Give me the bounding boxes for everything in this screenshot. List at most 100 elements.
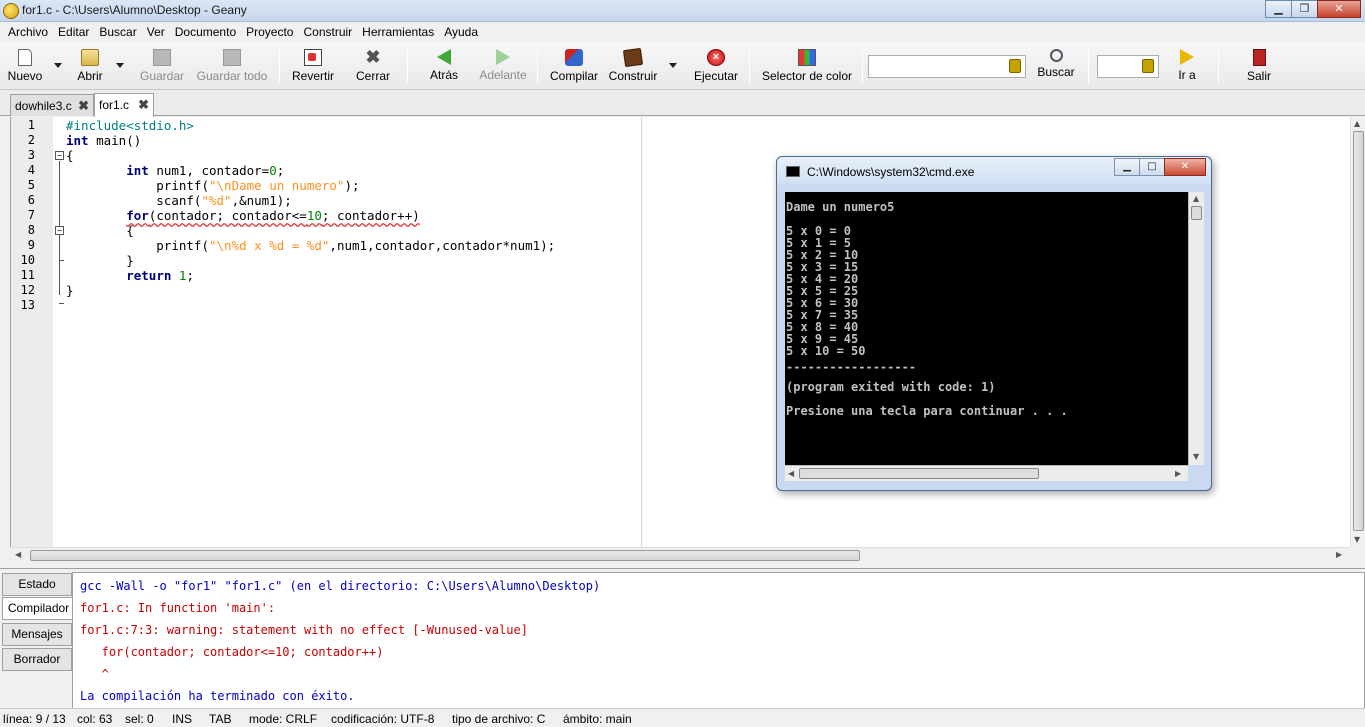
code-text: ,&num1); (231, 193, 292, 208)
tab-dowhile3[interactable]: dowhile3.c ✖ (10, 94, 94, 116)
toolbar-separator (749, 49, 750, 83)
build-button-label: Construir (608, 69, 658, 83)
compiler-output[interactable]: gcc -Wall -o "for1" "for1.c" (en el dire… (72, 572, 1365, 709)
code-line-7: for(contador; contador<=10; contador++) (66, 208, 420, 223)
search-button[interactable]: Buscar (1036, 45, 1076, 88)
document-tab-bar: dowhile3.c ✖ for1.c ✖ (0, 90, 1365, 117)
editor-horizontal-scrollbar[interactable]: ◀ ▶ (10, 547, 1350, 562)
build-dropdown-arrow-icon[interactable] (669, 63, 677, 68)
goto-button-label: Ir a (1178, 68, 1196, 82)
compiler-message[interactable]: for(contador; contador<=10; contador++) (80, 645, 384, 659)
menu-ayuda[interactable]: Ayuda (439, 22, 483, 43)
window-title: for1.c - C:\Users\Alumno\Desktop - Geany (22, 3, 247, 17)
close-window-button[interactable]: ✕ (1317, 0, 1361, 18)
minimize-button[interactable]: ▁ (1265, 0, 1292, 18)
tab-estado[interactable]: Estado (2, 573, 72, 596)
quit-button-label: Salir (1246, 69, 1271, 83)
code-string: "%d" (201, 193, 232, 208)
toolbar-separator (1218, 49, 1219, 83)
compiler-warning[interactable]: for1.c:7:3: warning: statement with no e… (80, 623, 528, 637)
status-selection: sel: 0 (125, 712, 154, 726)
cmd-console-output[interactable]: Dame un numero5 5 x 0 = 0 5 x 1 = 5 5 x … (785, 192, 1188, 465)
scroll-right-arrow-icon[interactable]: ▶ (1175, 469, 1181, 478)
fold-toggle-icon[interactable]: − (55, 151, 64, 160)
goto-button[interactable]: Ir a (1172, 45, 1202, 88)
close-file-button[interactable]: ✖ Cerrar (354, 45, 392, 88)
line-number: 12 (20, 283, 35, 297)
status-line-endings: mode: CRLF (249, 712, 318, 726)
scroll-down-arrow-icon[interactable]: ▼ (1193, 452, 1199, 461)
execute-button[interactable]: × Ejecutar (693, 45, 739, 88)
code-number: 10 (306, 208, 322, 223)
open-button[interactable]: Abrir (72, 45, 108, 88)
cmd-close-button[interactable]: ✕ (1164, 158, 1206, 176)
menu-ver[interactable]: Ver (142, 22, 170, 43)
editor-hscroll-thumb[interactable] (30, 550, 860, 561)
color-picker-button[interactable]: Selector de color (761, 45, 853, 88)
scroll-up-arrow-icon[interactable]: ▲ (1354, 119, 1360, 128)
code-text: } (66, 253, 134, 268)
compiler-message[interactable]: gcc -Wall -o "for1" "for1.c" (en el dire… (80, 579, 600, 593)
revert-button[interactable]: Revertir (290, 45, 336, 88)
build-button[interactable]: Construir (606, 45, 660, 88)
cmd-minimize-button[interactable]: ▁ (1114, 158, 1140, 176)
search-input-clear-icon[interactable] (1009, 59, 1021, 73)
quit-button[interactable]: Salir (1244, 45, 1274, 88)
open-dropdown-arrow-icon[interactable] (116, 63, 124, 68)
compile-button[interactable]: Compilar (548, 45, 600, 88)
tab-borrador[interactable]: Borrador (2, 648, 72, 671)
cmd-title-bar[interactable]: C:\Windows\system32\cmd.exe ▁ □ ✕ (777, 157, 1211, 185)
goto-line-input[interactable] (1097, 55, 1159, 78)
menu-buscar[interactable]: Buscar (94, 22, 141, 43)
goto-input-clear-icon[interactable] (1142, 59, 1154, 73)
code-line-2: int main() (66, 133, 141, 148)
menu-proyecto[interactable]: Proyecto (241, 22, 298, 43)
save-all-button[interactable]: Guardar todo (196, 45, 268, 88)
save-button[interactable]: Guardar (138, 45, 186, 88)
cmd-window[interactable]: C:\Windows\system32\cmd.exe ▁ □ ✕ Dame u… (776, 156, 1212, 491)
cmd-horizontal-scrollbar[interactable]: ◀ ▶ (785, 465, 1188, 481)
menu-archivo[interactable]: Archivo (3, 22, 53, 43)
scroll-down-arrow-icon[interactable]: ▼ (1354, 535, 1360, 544)
execute-icon: × (707, 49, 725, 66)
cmd-window-controls: ▁ □ ✕ (1114, 158, 1206, 176)
cmd-hscroll-thumb[interactable] (799, 468, 1039, 479)
close-tab-icon[interactable]: ✖ (138, 97, 149, 113)
cmd-vertical-scrollbar[interactable]: ▲ ▼ (1188, 192, 1204, 465)
menu-documento[interactable]: Documento (170, 22, 241, 43)
close-tab-icon[interactable]: ✖ (78, 98, 89, 114)
cmd-maximize-button[interactable]: □ (1139, 158, 1165, 176)
back-button[interactable]: Atrás (427, 45, 461, 88)
compiler-success-message[interactable]: La compilación ha terminado con éxito. (80, 689, 355, 703)
scroll-up-arrow-icon[interactable]: ▲ (1193, 194, 1199, 203)
compiler-message[interactable]: for1.c: In function 'main': (80, 601, 275, 615)
tab-compilador[interactable]: Compilador (2, 597, 74, 620)
status-filetype: tipo de archivo: C (452, 712, 546, 726)
menu-editar[interactable]: Editar (53, 22, 94, 43)
tab-mensajes[interactable]: Mensajes (2, 623, 72, 646)
menu-herramientas[interactable]: Herramientas (357, 22, 439, 43)
editor-vertical-scrollbar[interactable]: ▲ ▼ (1350, 117, 1365, 547)
cmd-vscroll-thumb[interactable] (1191, 206, 1202, 220)
search-input[interactable] (868, 55, 1026, 78)
scroll-right-arrow-icon[interactable]: ▶ (1336, 550, 1342, 559)
scroll-left-arrow-icon[interactable]: ◀ (788, 469, 794, 478)
scroll-left-arrow-icon[interactable]: ◀ (15, 550, 21, 559)
new-button[interactable]: Nuevo (4, 45, 46, 88)
code-line-3: { (66, 148, 74, 163)
maximize-button[interactable]: ❐ (1291, 0, 1318, 18)
forward-button[interactable]: Adelante (477, 45, 529, 88)
compiler-message[interactable]: ^ (80, 667, 109, 681)
tab-label: dowhile3.c (15, 99, 72, 113)
menu-construir[interactable]: Construir (298, 22, 357, 43)
console-line: ------------------ (786, 360, 917, 374)
new-dropdown-arrow-icon[interactable] (54, 63, 62, 68)
editor-vscroll-thumb[interactable] (1353, 131, 1364, 531)
geany-app-icon[interactable] (3, 3, 19, 19)
code-line-1: #include<stdio.h> (66, 118, 194, 133)
title-bar[interactable]: for1.c - C:\Users\Alumno\Desktop - Geany… (0, 0, 1365, 22)
tab-for1[interactable]: for1.c ✖ (94, 93, 154, 117)
line-number: 10 (20, 253, 35, 267)
fold-toggle-icon[interactable]: − (55, 226, 64, 235)
